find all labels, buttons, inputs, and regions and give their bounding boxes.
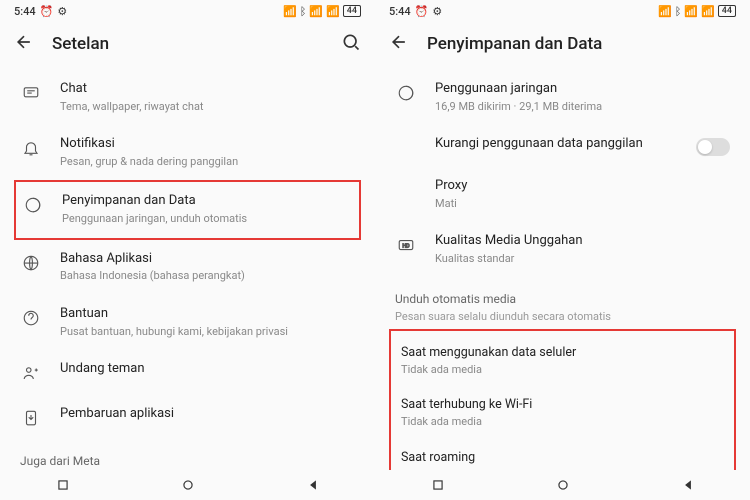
nav-bar — [375, 470, 750, 500]
meta-section-label: Juga dari Meta — [14, 440, 361, 472]
screen-storage: 5:44⏰⚙ 📶ᛒ📶📶44 Penyimpanan dan Data Pengg… — [375, 0, 750, 500]
row-storage-data[interactable]: Penyimpanan dan Data Penggunaan jaringan,… — [14, 180, 361, 239]
help-icon — [20, 307, 42, 329]
row-title: Kurangi penggunaan data panggilan — [435, 136, 678, 153]
row-cellular[interactable]: Saat menggunakan data seluler Tidak ada … — [395, 335, 730, 388]
alarm-icon: ⏰ — [415, 5, 429, 18]
row-title: Bantuan — [60, 306, 355, 323]
row-chat[interactable]: Chat Tema, wallpaper, riwayat chat — [14, 70, 361, 125]
row-proxy[interactable]: Proxy Mati — [389, 167, 736, 222]
row-title: Chat — [60, 81, 355, 98]
row-update[interactable]: Pembaruan aplikasi — [14, 395, 361, 440]
row-title: Saat terhubung ke Wi-Fi — [401, 397, 724, 413]
nav-home[interactable] — [555, 477, 571, 493]
nav-back[interactable] — [680, 477, 696, 493]
row-sub: Bahasa Indonesia (bahasa perangkat) — [60, 269, 355, 283]
row-sub: Kualitas standar — [435, 252, 730, 266]
signal-icon: 📶 — [309, 5, 323, 18]
status-time: 5:44 — [14, 5, 36, 18]
row-sub: Tidak ada media — [401, 415, 724, 429]
globe-icon — [20, 252, 42, 274]
chat-icon — [20, 82, 42, 104]
bell-icon — [20, 137, 42, 159]
app-bar: Penyimpanan dan Data — [375, 22, 750, 66]
status-bar: 5:44⏰⚙ 📶ᛒ📶📶44 — [0, 0, 375, 22]
back-icon[interactable] — [389, 32, 409, 56]
auto-download-label: Unduh otomatis media — [389, 278, 736, 310]
data-icon — [22, 194, 44, 216]
hd-icon: HD — [395, 234, 417, 256]
row-title: Bahasa Aplikasi — [60, 251, 355, 268]
signal-icon: 📶 — [684, 5, 698, 18]
gear-icon: ⚙ — [57, 5, 67, 18]
battery-level: 44 — [343, 5, 361, 17]
row-sub: Tidak ada media — [401, 363, 724, 377]
row-title: Saat menggunakan data seluler — [401, 345, 724, 361]
signal-icon: 📶 — [326, 5, 340, 18]
wifi-icon: 📶 — [658, 5, 672, 18]
nav-recent[interactable] — [55, 477, 71, 493]
invite-icon — [20, 362, 42, 384]
row-invite[interactable]: Undang teman — [14, 350, 361, 395]
screen-settings: 5:44⏰⚙ 📶ᛒ📶📶44 Setelan ChatTema, wallpape… — [0, 0, 375, 500]
row-notifications[interactable]: Notifikasi Pesan, grup & nada dering pang… — [14, 125, 361, 180]
nav-home[interactable] — [180, 477, 196, 493]
svg-text:HD: HD — [402, 244, 410, 250]
row-sub: Pesan, grup & nada dering panggilan — [60, 155, 355, 169]
page-title: Setelan — [52, 34, 323, 54]
row-title: Pembaruan aplikasi — [60, 406, 355, 423]
nav-recent[interactable] — [430, 477, 446, 493]
toggle-reduce-data[interactable] — [696, 138, 730, 156]
row-title: Penggunaan jaringan — [435, 81, 730, 98]
nav-bar — [0, 470, 375, 500]
row-title: Proxy — [435, 178, 730, 195]
status-bar: 5:44⏰⚙ 📶ᛒ📶📶44 — [375, 0, 750, 22]
storage-list: Penggunaan jaringan 16,9 MB dikirim · 29,… — [375, 66, 750, 498]
battery-level: 44 — [718, 5, 736, 17]
bluetooth-icon: ᛒ — [300, 5, 307, 18]
settings-list: Chat Tema, wallpaper, riwayat chat Notifi… — [0, 66, 375, 500]
row-title: Kualitas Media Unggahan — [435, 233, 730, 250]
row-title: Saat roaming — [401, 450, 724, 466]
row-title: Penyimpanan dan Data — [62, 193, 353, 210]
row-title: Notifikasi — [60, 136, 355, 153]
alarm-icon: ⏰ — [40, 5, 54, 18]
row-language[interactable]: Bahasa AplikasiBahasa Indonesia (bahasa … — [14, 240, 361, 295]
gear-icon: ⚙ — [432, 5, 442, 18]
app-bar: Setelan — [0, 22, 375, 66]
status-time: 5:44 — [389, 5, 411, 18]
row-network-usage[interactable]: Penggunaan jaringan 16,9 MB dikirim · 29,… — [389, 70, 736, 125]
row-wifi[interactable]: Saat terhubung ke Wi-Fi Tidak ada media — [395, 387, 730, 440]
bluetooth-icon: ᛒ — [675, 5, 682, 18]
row-sub: 16,9 MB dikirim · 29,1 MB diterima — [435, 100, 730, 114]
row-sub: Tema, wallpaper, riwayat chat — [60, 100, 355, 114]
back-icon[interactable] — [14, 32, 34, 56]
row-sub: Penggunaan jaringan, unduh otomatis — [62, 212, 353, 226]
page-title: Penyimpanan dan Data — [427, 34, 736, 54]
search-icon[interactable] — [341, 32, 361, 56]
data-icon — [395, 82, 417, 104]
signal-icon: 📶 — [701, 5, 715, 18]
update-icon — [20, 407, 42, 429]
auto-download-sub: Pesan suara selalu diunduh secara otomat… — [389, 310, 736, 329]
nav-back[interactable] — [305, 477, 321, 493]
row-title: Undang teman — [60, 361, 355, 378]
wifi-icon: 📶 — [283, 5, 297, 18]
row-reduce-data[interactable]: Kurangi penggunaan data panggilan — [389, 125, 736, 167]
row-sub: Pusat bantuan, hubungi kami, kebijakan p… — [60, 325, 355, 339]
row-help[interactable]: Bantuan Pusat bantuan, hubungi kami, kebi… — [14, 295, 361, 350]
row-media-quality[interactable]: HD Kualitas Media Unggahan Kualitas stand… — [389, 222, 736, 277]
row-sub: Mati — [435, 197, 730, 211]
